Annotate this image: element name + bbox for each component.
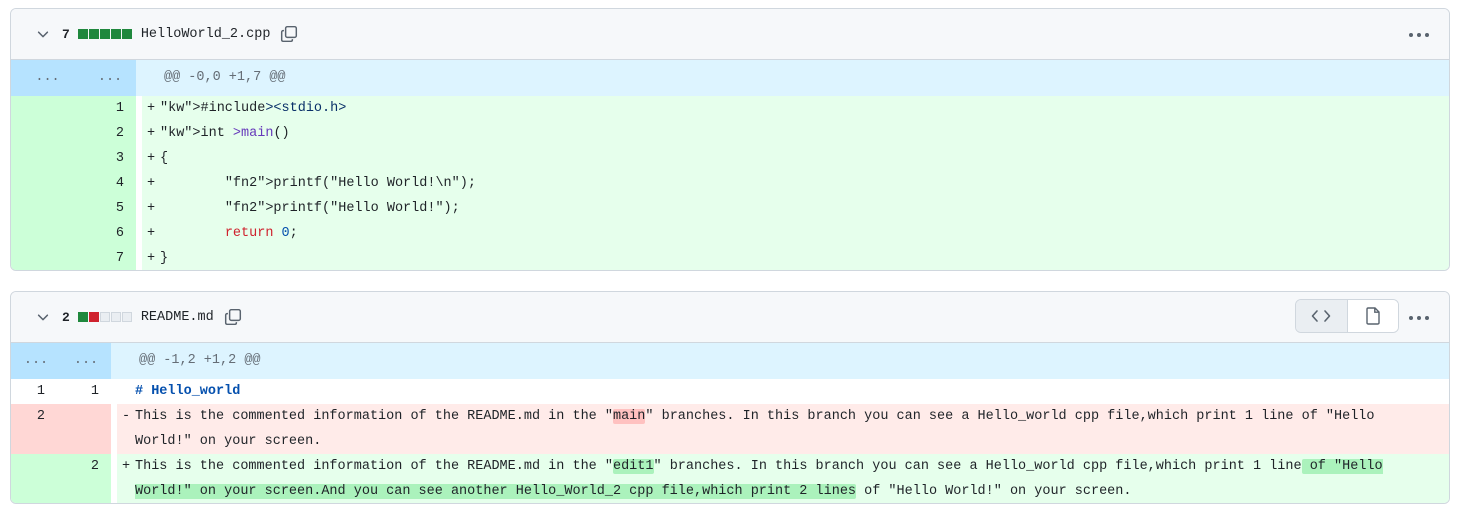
- file-header: 7 HelloWorld_2.cpp: [11, 9, 1449, 60]
- file-name[interactable]: HelloWorld_2.cpp: [141, 27, 271, 42]
- deleted-word-highlight: main: [612, 409, 646, 424]
- hunk-header: ... ... @@ -0,0 +1,7 @@: [11, 60, 1449, 96]
- code-text: " branches. In this branch you can see a…: [653, 459, 1302, 474]
- new-line-number[interactable]: 5: [84, 196, 136, 221]
- diff-sign: +: [142, 96, 160, 121]
- diff-sign: +: [142, 121, 160, 146]
- code-line: return 0;: [160, 221, 1449, 246]
- file-icon[interactable]: [1347, 300, 1398, 332]
- diff-line: 2 + This is the commented information of…: [11, 454, 1449, 503]
- diffstat-deleted-block: [88, 312, 99, 322]
- new-line-number[interactable]: 4: [84, 171, 136, 196]
- code-text: This is the commented information of the…: [135, 409, 613, 424]
- code-line: }: [160, 246, 1449, 270]
- diffstat-blocks: [77, 312, 132, 322]
- copy-icon[interactable]: [223, 307, 243, 327]
- expand-down-button[interactable]: ...: [84, 60, 136, 96]
- diffstat-added-block: [77, 312, 88, 322]
- expand-down-button[interactable]: ...: [61, 343, 111, 379]
- code-line: "fn2">printf("Hello World!");: [160, 196, 1449, 221]
- diffstat-blocks: [77, 29, 132, 39]
- diffstat-neutral-block: [110, 312, 121, 322]
- diff-line: 7 + }: [11, 246, 1449, 270]
- diff-sign: -: [117, 404, 135, 454]
- changes-count: 2: [62, 309, 70, 325]
- chevron-down-icon[interactable]: [36, 310, 50, 324]
- diffstat-added-block: [88, 29, 99, 39]
- diff-line: 4 + "fn2">printf("Hello World!\n");: [11, 171, 1449, 196]
- hunk-header-text: @@ -0,0 +1,7 @@: [136, 60, 1449, 96]
- old-line-number[interactable]: [11, 96, 84, 121]
- code-line: "kw">#include><stdio.h>: [160, 96, 1449, 121]
- diff-line: 5 + "fn2">printf("Hello World!");: [11, 196, 1449, 221]
- code-text: of "Hello World!" on your screen.: [856, 484, 1132, 499]
- code-icon[interactable]: [1296, 300, 1348, 332]
- diff-sign: +: [142, 171, 160, 196]
- code-line: This is the commented information of the…: [135, 454, 1449, 503]
- code-line: This is the commented information of the…: [135, 404, 1449, 454]
- diff-sign: +: [142, 146, 160, 171]
- diff-sign: +: [117, 454, 135, 503]
- code-text: This is the commented information of the…: [135, 459, 613, 474]
- diff-line: 3 + {: [11, 146, 1449, 171]
- diff-line: 1 + "kw">#include><stdio.h>: [11, 96, 1449, 121]
- diff-file-readme: 2 README.md ... ... @@ -1,2 +1,2 @@ 1 1 …: [10, 291, 1450, 504]
- diff-sign: +: [142, 221, 160, 246]
- new-line-number[interactable]: 3: [84, 146, 136, 171]
- diff-line: 6 + return 0;: [11, 221, 1449, 246]
- diffstat-added-block: [110, 29, 121, 39]
- new-line-number[interactable]: 6: [84, 221, 136, 246]
- old-line-number[interactable]: [11, 246, 84, 270]
- file-name[interactable]: README.md: [141, 310, 214, 325]
- diff-sign: [117, 379, 135, 404]
- diffstat-added-block: [121, 29, 132, 39]
- diffstat-added-block: [99, 29, 110, 39]
- diffstat-added-block: [77, 29, 88, 39]
- new-line-number[interactable]: 1: [84, 96, 136, 121]
- hunk-header-text: @@ -1,2 +1,2 @@: [111, 343, 1449, 379]
- diffstat-neutral-block: [121, 312, 132, 322]
- added-word-highlight: edit1: [612, 459, 654, 474]
- new-line-number[interactable]: [61, 404, 111, 454]
- old-line-number[interactable]: 1: [11, 379, 61, 404]
- hunk-header: ... ... @@ -1,2 +1,2 @@: [11, 343, 1449, 379]
- new-line-number[interactable]: 2: [84, 121, 136, 146]
- diff-line: 1 1 # Hello_world: [11, 379, 1449, 404]
- diff-file-helloworld: 7 HelloWorld_2.cpp ... ... @@ -0,0 +1,7 …: [10, 8, 1450, 271]
- kebab-horizontal-icon[interactable]: [1407, 308, 1431, 328]
- old-line-number[interactable]: [11, 454, 61, 503]
- new-line-number[interactable]: 2: [61, 454, 111, 503]
- old-line-number[interactable]: [11, 121, 84, 146]
- code-line: # Hello_world: [135, 384, 241, 399]
- old-line-number[interactable]: [11, 196, 84, 221]
- diff-sign: +: [142, 246, 160, 270]
- new-line-number[interactable]: 1: [61, 379, 111, 404]
- expand-up-button[interactable]: ...: [11, 343, 61, 379]
- view-toggle: [1295, 299, 1399, 333]
- diffstat-neutral-block: [99, 312, 110, 322]
- old-line-number[interactable]: [11, 171, 84, 196]
- diff-line: 2 + "kw">int >main(): [11, 121, 1449, 146]
- chevron-down-icon[interactable]: [36, 27, 50, 41]
- diff-sign: +: [142, 196, 160, 221]
- old-line-number[interactable]: 2: [11, 404, 61, 454]
- old-line-number[interactable]: [11, 146, 84, 171]
- code-line: "fn2">printf("Hello World!\n");: [160, 171, 1449, 196]
- expand-up-button[interactable]: ...: [11, 60, 84, 96]
- copy-icon[interactable]: [279, 24, 299, 44]
- new-line-number[interactable]: 7: [84, 246, 136, 270]
- code-line: {: [160, 146, 1449, 171]
- kebab-horizontal-icon[interactable]: [1407, 25, 1431, 45]
- file-header: 2 README.md: [11, 292, 1449, 343]
- old-line-number[interactable]: [11, 221, 84, 246]
- changes-count: 7: [62, 26, 70, 42]
- diff-line: 2 - This is the commented information of…: [11, 404, 1449, 454]
- code-line: "kw">int >main(): [160, 121, 1449, 146]
